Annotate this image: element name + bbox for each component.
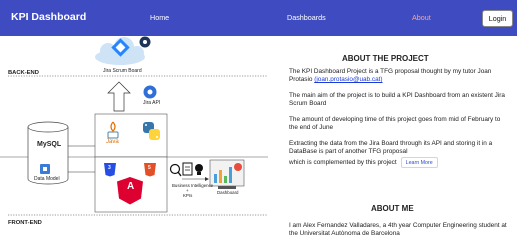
jira-board-label: Jira Scrum Board	[103, 68, 142, 74]
brand-logo[interactable]: KPI Dashboard	[11, 11, 86, 23]
about-project-title: ABOUT THE PROJECT	[342, 54, 429, 63]
arrow-right-icon	[182, 177, 209, 181]
java-label: Java	[106, 139, 119, 145]
about-project-paragraph-1: The KPI Dashboard Project is a TFG propo…	[289, 68, 509, 85]
database-icon	[27, 121, 69, 185]
jira-api-label: Jira API	[143, 100, 161, 106]
bi-label-line3: KPIs	[183, 193, 193, 198]
dashboard-label: Dashboard	[217, 190, 239, 195]
data-model-icon	[40, 164, 50, 174]
jira-api-icon	[143, 85, 157, 99]
mysql-label: MySQL	[37, 141, 62, 148]
report-icon	[182, 162, 193, 176]
dashboard-screen-icon	[209, 159, 245, 189]
nav-link-home[interactable]: Home	[150, 13, 169, 22]
about-project-paragraph-5: which is complemented by this project Lea…	[289, 157, 509, 168]
bi-label-line1: Business Intelligence	[172, 183, 214, 188]
css-badge: 3	[108, 165, 111, 171]
about-project-paragraph-2: The main aim of the project is to build …	[289, 92, 505, 108]
search-icon	[169, 163, 182, 177]
upload-arrow-icon	[107, 81, 131, 112]
nav-link-dashboards[interactable]: Dashboards	[287, 13, 326, 22]
jira-api-top-icon	[139, 36, 151, 48]
frontend-label: FRONT-END	[8, 220, 42, 226]
login-button[interactable]: Login	[482, 10, 513, 27]
tutor-email-link[interactable]: (joan.protasio@uab.cat)	[314, 76, 382, 83]
learn-more-button[interactable]: Learn More	[400, 157, 438, 168]
lightbulb-icon	[195, 164, 203, 175]
about-me-paragraph-1: I am Alex Fernandez Valladares, a 4th ye…	[289, 222, 507, 238]
backend-label: BACK-END	[8, 70, 39, 76]
html-badge: 5	[148, 165, 151, 171]
about-project-paragraph-5-text: which is complemented by this project	[289, 159, 397, 167]
about-me-title: ABOUT ME	[371, 204, 414, 213]
about-project-paragraph-3: The amount of developing time of this pr…	[289, 116, 501, 132]
nav-link-about[interactable]: About	[412, 13, 431, 22]
angular-letter: A	[127, 181, 135, 192]
architecture-diagram: BACK-END FRONT-END Jira Scrum Board Jira…	[0, 36, 268, 244]
navbar: KPI Dashboard Home Dashboards About Logi…	[0, 0, 517, 36]
data-model-label: Data Model	[34, 176, 60, 182]
about-project-paragraph-4: Extracting the data from the Jira Board …	[289, 140, 493, 156]
